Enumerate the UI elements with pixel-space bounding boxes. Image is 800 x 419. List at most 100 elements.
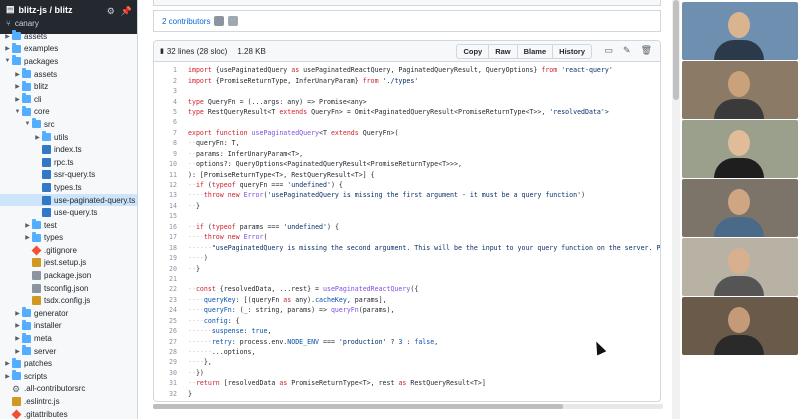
line-content: ······"usePaginatedQuery is missing the … — [188, 244, 660, 252]
code-token: typeof — [211, 222, 240, 231]
line-number[interactable]: 30 — [154, 369, 188, 377]
branch-name[interactable]: canary — [15, 19, 39, 28]
line-number[interactable]: 29 — [154, 358, 188, 366]
participant-video-tile[interactable] — [682, 238, 798, 296]
tree-item[interactable]: tsdx.config.js — [0, 294, 137, 307]
line-number[interactable]: 28 — [154, 348, 188, 356]
code-line: 2 import {PromiseReturnType, InferUnaryPa… — [154, 75, 660, 85]
scrollbar-thumb[interactable] — [673, 0, 679, 100]
line-number[interactable]: 5 — [154, 108, 188, 116]
code-token: any). — [295, 295, 316, 304]
tree-item[interactable]: ▶ types — [0, 231, 137, 245]
tree-item[interactable]: ▶ cli — [0, 93, 137, 106]
participant-video-tile[interactable] — [682, 120, 798, 178]
tree-item[interactable]: ▶ patches — [0, 357, 137, 370]
line-number[interactable]: 6 — [154, 118, 188, 126]
repo-name[interactable]: blitz-js / blitz — [19, 5, 73, 15]
tree-item[interactable]: .gitattributes — [0, 408, 137, 419]
tree-item[interactable]: ▶ generator — [0, 307, 137, 320]
horizontal-scrollbar[interactable] — [153, 404, 663, 409]
line-number[interactable]: 7 — [154, 129, 188, 137]
line-number[interactable]: 4 — [154, 98, 188, 106]
line-number[interactable]: 13 — [154, 191, 188, 199]
tree-item[interactable]: ▼ src — [0, 118, 137, 131]
line-number[interactable]: 23 — [154, 296, 188, 304]
participant-video-tile[interactable] — [682, 179, 798, 237]
tree-item[interactable]: ▶ blitz — [0, 80, 137, 93]
folder-icon — [22, 80, 31, 91]
line-number[interactable]: 19 — [154, 254, 188, 262]
desktop-icon[interactable]: ▭ — [605, 45, 614, 56]
line-number[interactable]: 17 — [154, 233, 188, 241]
line-number[interactable]: 12 — [154, 181, 188, 189]
line-number[interactable]: 24 — [154, 306, 188, 314]
vertical-scrollbar[interactable] — [672, 0, 680, 419]
tree-item[interactable]: ▼ core — [0, 105, 137, 119]
line-number[interactable]: 1 — [154, 66, 188, 74]
tree-item[interactable]: .gitignore — [0, 244, 137, 257]
line-number[interactable]: 16 — [154, 223, 188, 231]
line-number[interactable]: 25 — [154, 317, 188, 325]
line-content: type RestQueryResult<T extends QueryFn> … — [188, 108, 609, 116]
history-button[interactable]: History — [552, 44, 592, 59]
tree-item[interactable]: ⚙ .all-contributorsrc — [0, 383, 137, 396]
contributors-label[interactable]: 2 contributors — [162, 17, 210, 26]
tree-item[interactable]: use-query.ts — [0, 206, 137, 219]
line-content: import {usePaginatedQuery as usePaginate… — [188, 66, 613, 74]
tree-item[interactable]: ▶ server — [0, 345, 137, 358]
line-number[interactable]: 18 — [154, 244, 188, 252]
tree-item[interactable]: ▶ installer — [0, 319, 137, 333]
tree-item[interactable]: package.json — [0, 269, 137, 282]
line-number[interactable]: 3 — [154, 87, 188, 95]
tree-item[interactable]: ▶ scripts — [0, 370, 137, 383]
code-line: 17 ····throw new Error( — [154, 232, 660, 242]
participant-face — [728, 12, 750, 38]
avatar[interactable] — [214, 16, 225, 26]
line-number[interactable]: 31 — [154, 379, 188, 387]
line-number[interactable]: 14 — [154, 202, 188, 210]
line-number[interactable]: 9 — [154, 150, 188, 158]
tree-item-label: meta — [34, 334, 52, 344]
line-content: ····}, — [188, 358, 212, 366]
gear-icon[interactable]: ⚙ — [107, 6, 115, 17]
blame-button[interactable]: Blame — [516, 44, 554, 59]
line-number[interactable]: 10 — [154, 160, 188, 168]
tree-item[interactable]: ▶ meta — [0, 332, 137, 345]
line-number[interactable]: 15 — [154, 212, 188, 220]
tree-item[interactable]: types.ts — [0, 181, 137, 194]
tree-item[interactable]: ssr-query.ts — [0, 169, 137, 182]
tree-item[interactable]: ▶ test — [0, 219, 137, 232]
tree-item[interactable]: tsconfig.json — [0, 282, 137, 295]
scrollbar-thumb[interactable] — [153, 404, 563, 409]
tree-item[interactable]: ▶ assets — [0, 68, 137, 81]
line-number[interactable]: 11 — [154, 171, 188, 179]
line-number[interactable]: 22 — [154, 285, 188, 293]
participant-video-tile[interactable] — [682, 61, 798, 119]
line-number[interactable]: 20 — [154, 265, 188, 273]
pencil-icon[interactable]: ✎ — [623, 45, 631, 56]
trash-icon[interactable]: 🗑 — [641, 45, 652, 56]
tree-item[interactable]: .eslintrc.js — [0, 395, 137, 408]
contributors-box[interactable]: 2 contributors — [153, 10, 661, 32]
tree-item[interactable]: ▼ packages — [0, 55, 137, 68]
participant-video-tile[interactable] — [682, 297, 798, 355]
tree-item[interactable]: jest.setup.js — [0, 257, 137, 270]
line-number[interactable]: 8 — [154, 139, 188, 147]
tree-item[interactable]: ▶ examples — [0, 42, 137, 56]
chevron-right-icon: ▶ — [15, 336, 20, 343]
line-number[interactable]: 21 — [154, 275, 188, 283]
line-number[interactable]: 27 — [154, 338, 188, 346]
line-number[interactable]: 2 — [154, 77, 188, 85]
code-token: ·· — [188, 181, 196, 190]
tree-item[interactable]: ▶ utils — [0, 131, 137, 144]
avatar[interactable] — [228, 16, 239, 26]
raw-button[interactable]: Raw — [488, 44, 518, 59]
tree-item[interactable]: index.ts — [0, 143, 137, 156]
line-number[interactable]: 26 — [154, 327, 188, 335]
line-number[interactable]: 32 — [154, 390, 188, 398]
copy-button[interactable]: Copy — [456, 44, 490, 59]
participant-video-tile[interactable] — [682, 2, 798, 60]
pin-icon[interactable]: 📌 — [121, 6, 132, 17]
tree-item[interactable]: rpc.ts — [0, 156, 137, 169]
tree-item[interactable]: use-paginated-query.ts — [0, 193, 137, 207]
